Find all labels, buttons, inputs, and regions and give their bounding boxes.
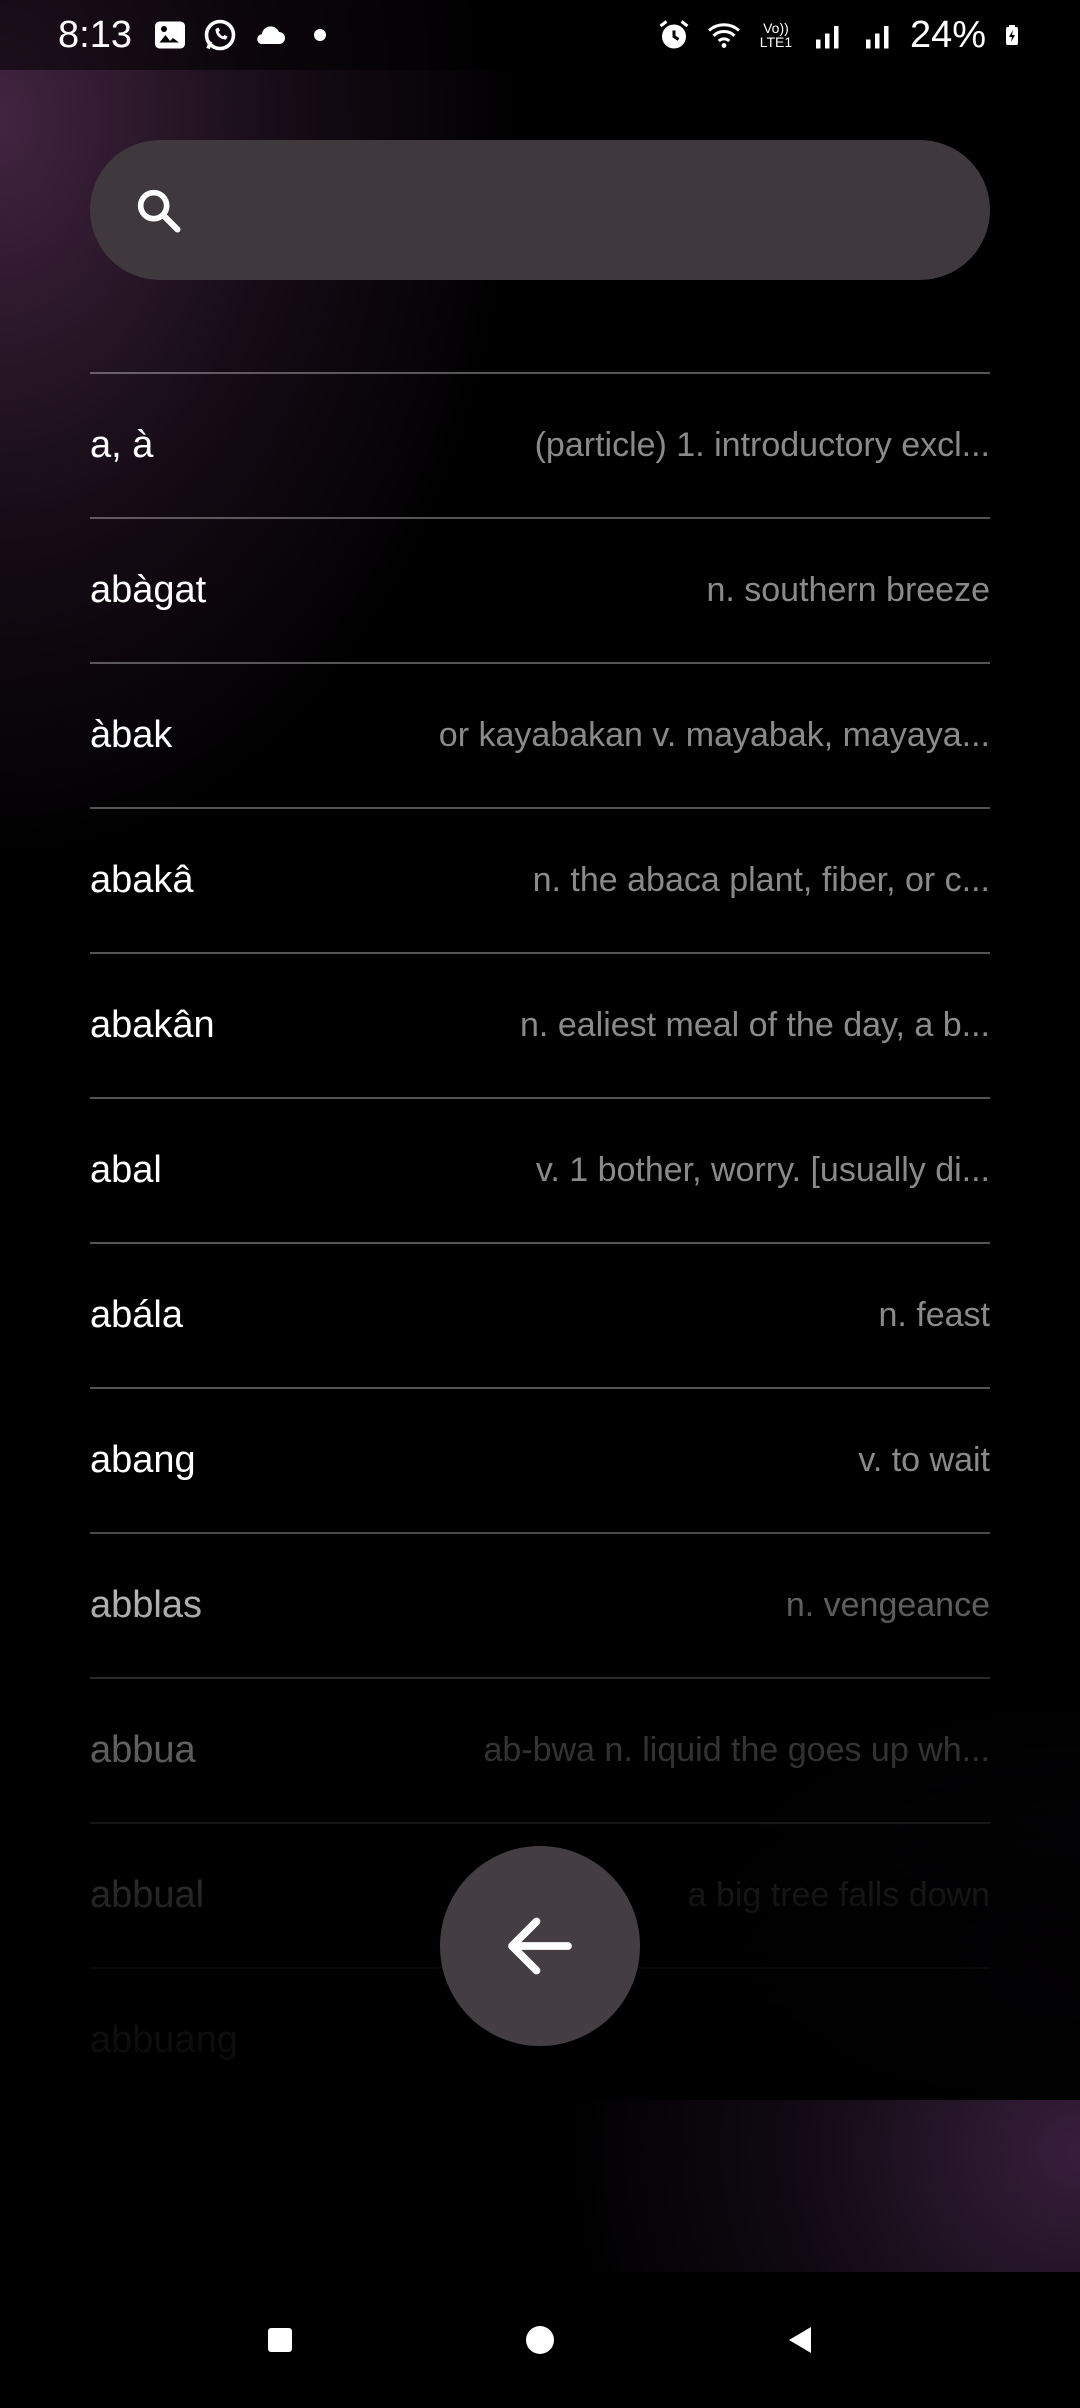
entry-word: abàgat bbox=[90, 569, 207, 611]
status-bar: 8:13 Vo)) LTE1 24% bbox=[0, 0, 1080, 70]
entry-word: abakân bbox=[90, 1004, 215, 1046]
list-item[interactable]: a, à (particle) 1. introductory excl... bbox=[90, 372, 990, 517]
search-bar[interactable] bbox=[90, 139, 990, 281]
entry-word: abakâ bbox=[90, 859, 194, 901]
home-button[interactable] bbox=[510, 2310, 570, 2370]
list-item[interactable]: abakâ n. the abaca plant, fiber, or c... bbox=[90, 807, 990, 952]
entry-definition: v. to wait bbox=[858, 1441, 990, 1479]
entry-definition: n. vengeance bbox=[785, 1586, 990, 1624]
entry-definition: a big tree falls down bbox=[687, 1876, 990, 1914]
list-item[interactable]: abal v. 1 bother, worry. [usually di... bbox=[90, 1097, 990, 1242]
search-icon bbox=[137, 189, 181, 233]
cloud-icon bbox=[257, 26, 285, 44]
wifi-icon bbox=[707, 23, 740, 48]
navigation-bar bbox=[0, 2272, 1080, 2408]
entry-definition: n. feast bbox=[878, 1296, 990, 1334]
signal-icon-1 bbox=[815, 26, 839, 49]
entry-definition: n. the abaca plant, fiber, or c... bbox=[532, 861, 990, 899]
entry-word: abblas bbox=[90, 1584, 202, 1626]
alarm-icon bbox=[659, 20, 689, 49]
battery-percent: 24% bbox=[909, 13, 986, 56]
home-icon bbox=[526, 2326, 554, 2354]
list-item[interactable]: abbua ab-bwa n. liquid the goes up wh... bbox=[90, 1677, 990, 1822]
entry-definition: v. 1 bother, worry. [usually di... bbox=[535, 1151, 990, 1189]
entry-definition: (particle) 1. introductory excl... bbox=[534, 426, 990, 464]
arrow-left-icon bbox=[508, 1917, 572, 1975]
whatsapp-icon bbox=[204, 19, 236, 51]
search-input[interactable] bbox=[204, 139, 990, 281]
recents-icon bbox=[268, 2328, 292, 2352]
entry-definition: ab-bwa n. liquid the goes up wh... bbox=[483, 1731, 990, 1769]
entry-word: a, à bbox=[90, 424, 154, 466]
list-item[interactable]: àbak or kayabakan v. mayabak, mayaya... bbox=[90, 662, 990, 807]
list-item[interactable]: abakân n. ealiest meal of the day, a b..… bbox=[90, 952, 990, 1097]
gallery-icon bbox=[154, 21, 185, 49]
notification-dot bbox=[313, 29, 326, 41]
entry-word: abbuang bbox=[90, 2019, 238, 2061]
entry-word: abang bbox=[90, 1439, 196, 1481]
list-item[interactable]: abblas n. vengeance bbox=[90, 1532, 990, 1677]
status-left: 8:13 bbox=[58, 14, 326, 57]
entry-definition: n. ealiest meal of the day, a b... bbox=[520, 1006, 990, 1044]
list-item[interactable]: abàgat n. southern breeze bbox=[90, 517, 990, 662]
list-item[interactable]: abang v. to wait bbox=[90, 1387, 990, 1532]
entry-word: abbua bbox=[90, 1729, 196, 1771]
status-right: Vo)) LTE1 24% bbox=[656, 14, 1024, 57]
back-button[interactable] bbox=[440, 1846, 640, 2046]
entry-word: abbual bbox=[90, 1874, 205, 1916]
status-time: 8:13 bbox=[58, 13, 132, 56]
entry-definition: or kayabakan v. mayabak, mayaya... bbox=[438, 716, 990, 754]
entry-word: àbak bbox=[90, 714, 173, 756]
battery-charging-icon bbox=[1006, 25, 1018, 45]
entry-definition: n. southern breeze bbox=[706, 571, 990, 609]
entry-word: abála bbox=[90, 1294, 183, 1336]
signal-icon-2 bbox=[865, 26, 889, 49]
network-label: Vo)) LTE1 bbox=[759, 20, 793, 50]
recents-button[interactable] bbox=[250, 2310, 310, 2370]
list-item[interactable]: abála n. feast bbox=[90, 1242, 990, 1387]
nav-back-button[interactable] bbox=[770, 2310, 830, 2370]
entry-word: abal bbox=[90, 1149, 162, 1191]
back-triangle-icon bbox=[789, 2327, 811, 2353]
